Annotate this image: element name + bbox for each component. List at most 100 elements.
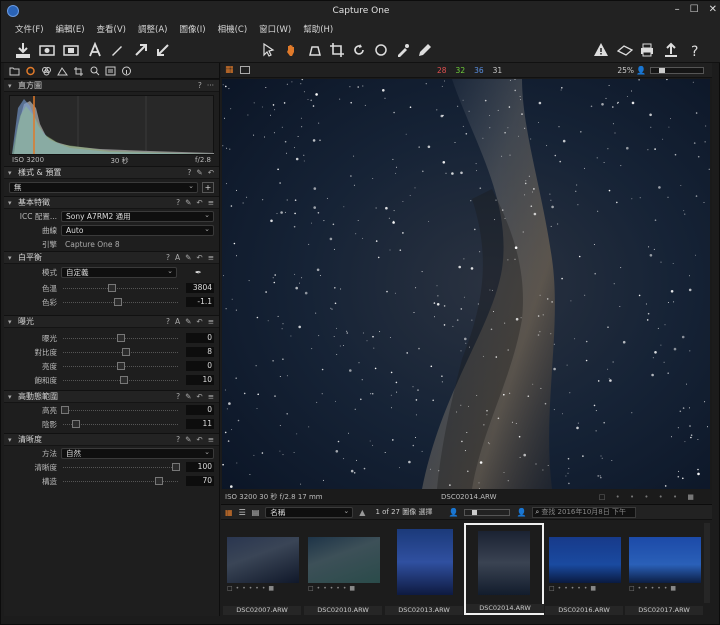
warning-icon[interactable] [591, 40, 611, 60]
grid-browser-icon[interactable]: ▦ [225, 508, 233, 517]
menu-image[interactable]: 圖像(I) [173, 21, 211, 37]
color-tab-icon[interactable] [40, 65, 53, 77]
help-small-icon[interactable]: ? [176, 198, 180, 207]
import-icon[interactable] [13, 40, 33, 60]
copy-icon[interactable]: ✎ [185, 435, 191, 444]
text-tool-icon[interactable] [85, 40, 105, 60]
rating-dots[interactable]: □•••••■ [629, 585, 701, 592]
eyedropper-icon[interactable] [393, 40, 413, 60]
more-icon[interactable]: ··· [207, 81, 214, 90]
menu-icon[interactable]: ≡ [208, 253, 214, 262]
menu-window[interactable]: 窗口(W) [253, 21, 297, 37]
maximize-icon[interactable]: ☐ [690, 4, 699, 15]
thumbnail[interactable]: □•••••■ DSC02007.ARW [223, 523, 303, 615]
structure-value[interactable]: 70 [186, 476, 214, 486]
rating-dots[interactable]: □ • • • • • ■ [599, 493, 698, 501]
shadow-slider[interactable] [61, 419, 180, 429]
menu-file[interactable]: 文件(F) [9, 21, 50, 37]
reset-icon[interactable]: ↶ [196, 253, 202, 262]
menu-edit[interactable]: 編輯(E) [50, 21, 91, 37]
exposure-header[interactable]: ▾ 曝光? A ✎ ↶ ≡ [4, 315, 219, 328]
thumb-size-slider[interactable] [464, 508, 511, 516]
histogram-header[interactable]: ▾ 直方圖? ··· [4, 79, 219, 92]
copy-icon[interactable]: ✎ [196, 168, 202, 177]
paint-brush-icon[interactable] [415, 40, 435, 60]
tint-thumb[interactable] [114, 298, 123, 306]
clarity-value[interactable]: 100 [186, 462, 214, 472]
export-icon[interactable] [661, 40, 681, 60]
sort-select[interactable]: 名稱 ⌄ [265, 506, 354, 518]
person-icon[interactable]: 👤 [636, 66, 646, 75]
rating-dots[interactable]: □•••••■ [308, 585, 380, 592]
help-small-icon[interactable]: ? [187, 168, 191, 177]
wb-picker-icon[interactable]: ✒ [195, 268, 202, 277]
exposure-value[interactable]: 0 [186, 333, 214, 343]
menu-camera[interactable]: 相機(C) [212, 21, 254, 37]
proof-icon[interactable] [615, 40, 635, 60]
contrast-thumb[interactable] [122, 348, 131, 356]
thumbnail[interactable]: DSC02013.ARW [385, 523, 465, 615]
details-tab-icon[interactable] [88, 65, 101, 77]
help-small-icon[interactable]: ? [166, 253, 170, 262]
person-icon[interactable]: 👤 [516, 508, 526, 517]
temp-value[interactable]: 3804 [186, 283, 214, 293]
thumbnail[interactable]: □•••••■ DSC02016.ARW [545, 523, 625, 615]
menu-icon[interactable]: ≡ [208, 317, 214, 326]
styles-select[interactable]: 無 ⌄ [9, 182, 198, 193]
menu-help[interactable]: 幫助(H) [297, 21, 339, 37]
help-small-icon[interactable]: ? [176, 392, 180, 401]
crop-frame-icon[interactable] [305, 40, 325, 60]
reset-icon[interactable]: ↶ [196, 392, 202, 401]
lens-tab-icon[interactable] [72, 65, 85, 77]
rating-dots[interactable]: □•••••■ [227, 585, 299, 592]
list-browser-icon[interactable]: ☰ [239, 508, 246, 517]
capture-tab-icon[interactable] [24, 65, 37, 77]
thumbnail[interactable]: □•••••■ DSC02010.ARW [304, 523, 384, 615]
menu-icon[interactable]: ≡ [208, 198, 214, 207]
crop-icon[interactable] [327, 40, 347, 60]
capture-icon[interactable] [37, 40, 57, 60]
reset-icon[interactable]: ↶ [196, 198, 202, 207]
brightness-slider[interactable] [61, 361, 180, 371]
highlight-value[interactable]: 0 [186, 405, 214, 415]
auto-icon[interactable]: A [175, 253, 180, 262]
contrast-value[interactable]: 8 [186, 347, 214, 357]
tint-value[interactable]: -1.1 [186, 297, 214, 307]
rotate-icon[interactable] [349, 40, 369, 60]
info-tab-icon[interactable] [120, 65, 133, 77]
temp-slider[interactable] [61, 283, 180, 293]
circle-tool-icon[interactable] [371, 40, 391, 60]
auto-icon[interactable]: A [175, 317, 180, 326]
metadata-tab-icon[interactable] [104, 65, 117, 77]
brightness-thumb[interactable] [116, 362, 125, 370]
exposure-tab-icon[interactable] [56, 65, 69, 77]
arrow-down-left-icon[interactable] [153, 40, 173, 60]
clarity-header[interactable]: ▾ 清晰度? ✎ ↶ ≡ [4, 433, 219, 446]
single-view-icon[interactable] [239, 66, 250, 74]
main-photo[interactable] [222, 79, 710, 489]
reset-icon[interactable]: ↶ [208, 168, 214, 177]
styles-header[interactable]: ▾ 樣式 & 預置? ✎ ↶ [4, 166, 219, 179]
saturation-slider[interactable] [61, 375, 180, 385]
browser-scrollbar[interactable] [704, 523, 710, 603]
copy-icon[interactable]: ✎ [185, 253, 191, 262]
help-small-icon[interactable]: ? [198, 81, 202, 90]
menu-icon[interactable]: ≡ [208, 435, 214, 444]
shadow-thumb[interactable] [72, 420, 81, 428]
menu-adjust[interactable]: 調整(A) [132, 21, 173, 37]
structure-thumb[interactable] [155, 477, 164, 485]
basic-header[interactable]: ▾ 基本特徵? ✎ ↶ ≡ [4, 196, 219, 209]
saturation-value[interactable]: 10 [186, 375, 214, 385]
grid-view-icon[interactable]: ▦ [225, 65, 234, 75]
thumbnail-selected[interactable]: DSC02014.ARW [464, 523, 544, 615]
tint-slider[interactable] [61, 297, 180, 307]
thumbnail[interactable]: □•••••■ DSC02017.ARW [625, 523, 705, 615]
help-icon[interactable]: ? [685, 40, 705, 60]
arrow-icon[interactable] [131, 40, 151, 60]
folder-icon[interactable] [8, 65, 21, 77]
exposure-thumb[interactable] [116, 334, 125, 342]
shadow-value[interactable]: 11 [186, 419, 214, 429]
wb-mode-select[interactable]: 自定義 ⌄ [61, 267, 177, 278]
add-style-button[interactable]: + [202, 182, 214, 193]
copy-icon[interactable]: ✎ [185, 317, 191, 326]
